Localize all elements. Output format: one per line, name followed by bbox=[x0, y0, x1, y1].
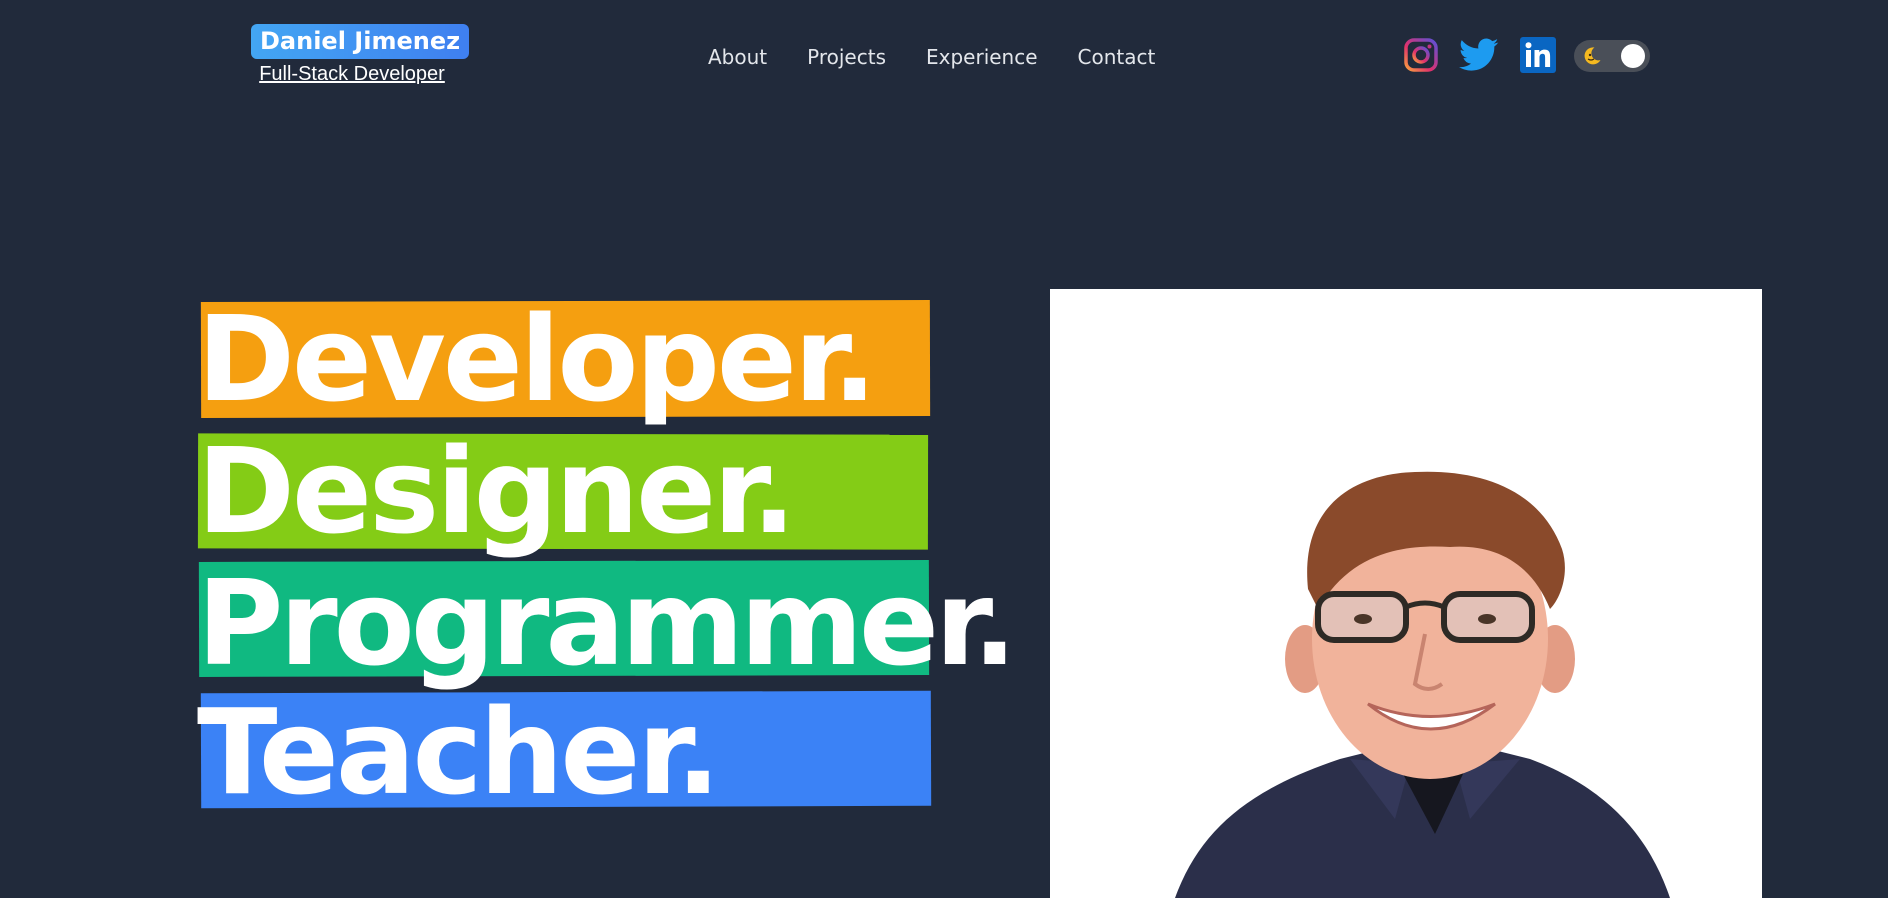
moon-icon bbox=[1584, 47, 1601, 65]
person-illustration bbox=[1175, 471, 1670, 898]
nav-projects[interactable]: Projects bbox=[807, 43, 886, 71]
brand: Daniel Jimenez Full-Stack Developer bbox=[251, 24, 470, 87]
nav-contact[interactable]: Contact bbox=[1078, 43, 1156, 71]
hero-word-developer: Developer. bbox=[197, 290, 877, 428]
toggle-knob bbox=[1621, 44, 1645, 68]
twitter-icon[interactable] bbox=[1459, 37, 1499, 73]
nav-about[interactable]: About bbox=[708, 43, 767, 71]
nav-experience[interactable]: Experience bbox=[926, 43, 1038, 71]
portrait-photo bbox=[1050, 289, 1762, 898]
main-nav: About Projects Experience Contact bbox=[708, 43, 1195, 71]
hero-word-programmer: Programmer. bbox=[197, 554, 1017, 692]
brand-subtitle-link[interactable]: Full-Stack Developer bbox=[251, 61, 453, 87]
hero-word-teacher: Teacher. bbox=[197, 683, 721, 821]
brand-name[interactable]: Daniel Jimenez bbox=[251, 24, 470, 59]
linkedin-icon[interactable] bbox=[1520, 37, 1556, 73]
theme-toggle[interactable] bbox=[1574, 40, 1650, 72]
hero-word-designer: Designer. bbox=[197, 422, 796, 560]
instagram-icon[interactable] bbox=[1403, 37, 1439, 73]
